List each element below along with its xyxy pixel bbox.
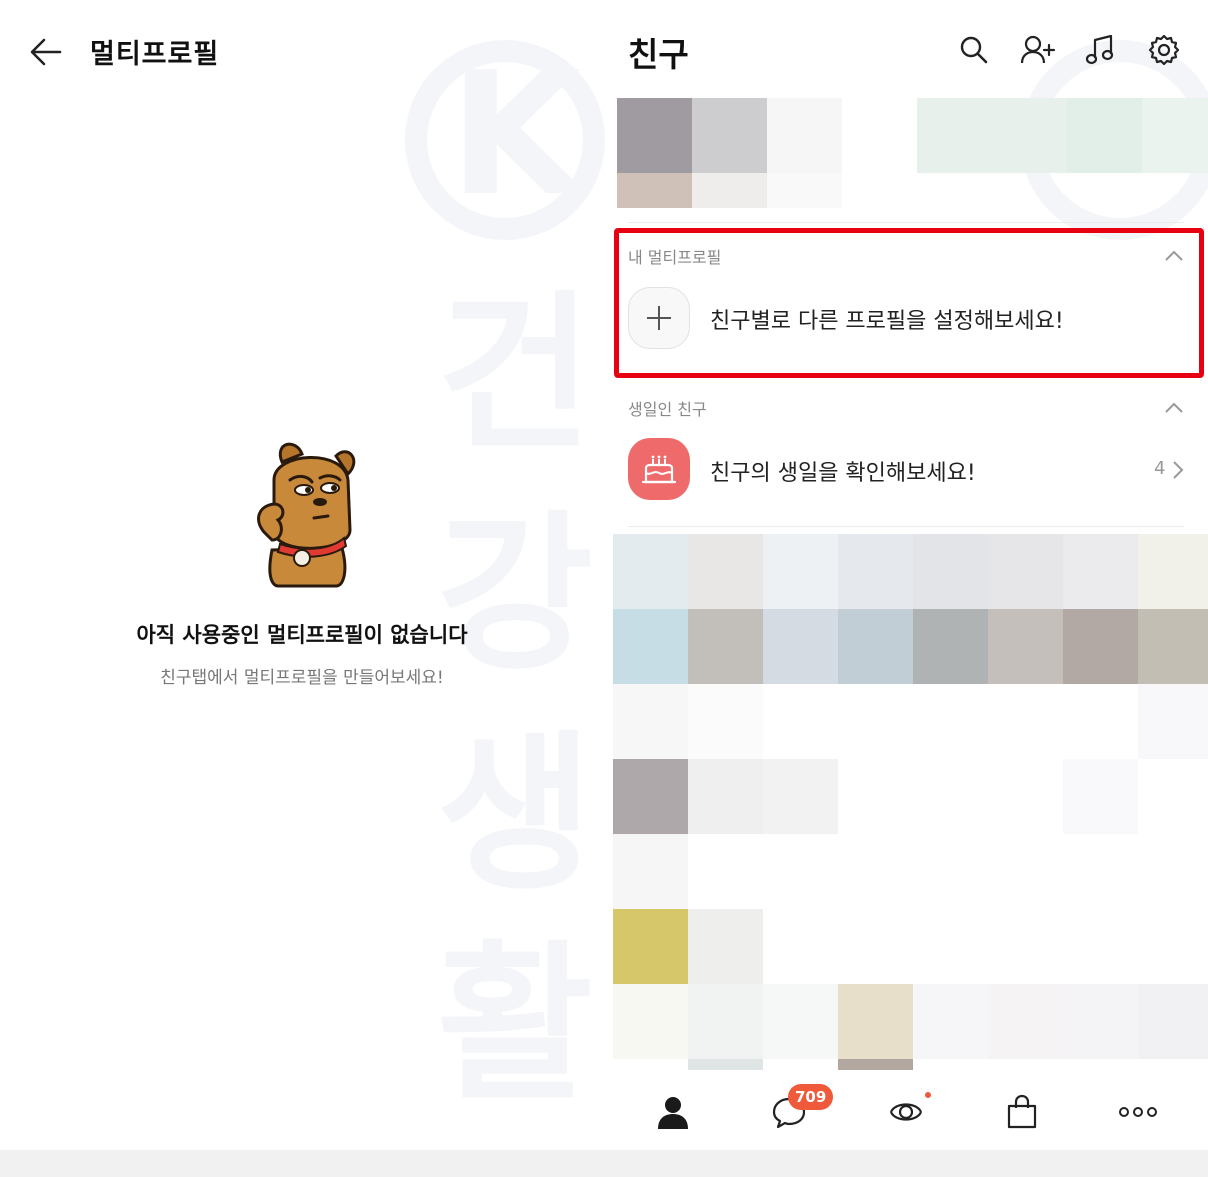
blurred-tile — [688, 609, 763, 684]
blurred-friend-list — [613, 534, 1208, 1070]
blurred-tile — [988, 534, 1063, 609]
blurred-tile — [763, 759, 838, 834]
nav-view[interactable] — [884, 1090, 928, 1134]
blurred-tile — [1138, 609, 1208, 684]
friends-screen: 친구 내 멀티프로필 친구별로 다른 프로필을 설정해보세요! 생일인 친구 친… — [604, 0, 1208, 1150]
blurred-tile — [613, 534, 688, 609]
blurred-profile-tile — [767, 173, 842, 208]
settings-icon — [1148, 34, 1180, 66]
blurred-tile — [613, 984, 688, 1059]
blurred-tile — [838, 534, 913, 609]
blurred-tile — [913, 984, 988, 1059]
birthday-count: 4 — [1154, 458, 1166, 479]
blurred-tile — [1138, 684, 1208, 759]
back-button[interactable] — [26, 32, 66, 72]
blurred-tile — [988, 984, 1063, 1059]
add-friend-button[interactable] — [1018, 30, 1058, 70]
search-icon — [960, 36, 988, 64]
blurred-tile — [1063, 534, 1138, 609]
blurred-profile-tile — [917, 98, 1067, 173]
empty-state-title: 아직 사용중인 멀티프로필이 없습니다 — [136, 623, 468, 647]
blurred-tile — [688, 1059, 763, 1070]
blurred-profile-tile — [767, 98, 842, 173]
blurred-tile — [1138, 534, 1208, 609]
blurred-profile-tile — [1142, 98, 1208, 173]
add-friend-icon — [1020, 35, 1056, 64]
blurred-tile — [763, 534, 838, 609]
blurred-tile — [1063, 984, 1138, 1059]
person-icon — [658, 1097, 688, 1129]
blurred-profile-tile — [617, 98, 692, 173]
new-indicator-dot — [925, 1092, 931, 1098]
blurred-tile — [913, 534, 988, 609]
blurred-tile — [688, 684, 763, 759]
nav-friends[interactable] — [651, 1090, 695, 1134]
bottom-strip — [0, 1150, 1208, 1177]
bottom-nav: 709 — [604, 1070, 1208, 1150]
section-label-birthday: 생일인 친구 — [628, 400, 707, 419]
blurred-profile-tile — [692, 98, 767, 173]
blurred-tile — [1063, 759, 1138, 834]
blurred-profile-tile — [692, 173, 767, 208]
blurred-tile — [613, 609, 688, 684]
blurred-tile — [838, 984, 913, 1059]
blurred-tile — [688, 909, 763, 984]
music-button[interactable] — [1080, 30, 1120, 70]
blurred-tile — [988, 609, 1063, 684]
highlight-box — [614, 228, 1204, 378]
birthday-text[interactable]: 친구의 생일을 확인해보세요! — [710, 455, 976, 487]
page-title: 친구 — [628, 35, 689, 74]
blurred-tile — [838, 609, 913, 684]
nav-more[interactable] — [1116, 1090, 1160, 1134]
blurred-tile — [838, 1059, 913, 1070]
blurred-tile — [763, 609, 838, 684]
chevron-up-icon[interactable] — [1164, 401, 1184, 415]
settings-button[interactable] — [1144, 30, 1184, 70]
more-dots-icon — [1119, 1107, 1157, 1117]
music-icon — [1085, 34, 1114, 65]
blurred-profile-tile — [617, 173, 692, 208]
eye-icon — [889, 1103, 923, 1121]
nav-shopping[interactable] — [1000, 1090, 1044, 1134]
blurred-tile — [1063, 609, 1138, 684]
cake-icon — [642, 455, 676, 484]
search-button[interactable] — [954, 30, 994, 70]
ryan-character-illustration — [257, 442, 356, 588]
blurred-tile — [613, 759, 688, 834]
back-arrow-icon — [30, 38, 62, 66]
divider — [628, 222, 1184, 223]
blurred-tile — [613, 834, 688, 909]
blurred-tile — [763, 984, 838, 1059]
blurred-tile — [688, 984, 763, 1059]
blurred-tile — [613, 909, 688, 984]
chat-unread-badge: 709 — [788, 1084, 834, 1110]
page-title: 멀티프로필 — [90, 39, 220, 70]
chevron-right-icon[interactable] — [1172, 460, 1184, 480]
blurred-tile — [688, 534, 763, 609]
multiprofile-screen: 멀티프로필 아직 사용중인 멀티프로필이 없습니다 친구탭에서 멀티프로필을 만… — [0, 0, 604, 1150]
blurred-tile — [1138, 984, 1208, 1059]
blurred-tile — [688, 759, 763, 834]
birthday-button[interactable] — [628, 438, 690, 500]
empty-state-subtitle: 친구탭에서 멀티프로필을 만들어보세요! — [160, 668, 444, 688]
blurred-tile — [913, 609, 988, 684]
divider — [628, 526, 1184, 527]
blurred-profile-tile — [1067, 98, 1142, 173]
blurred-tile — [613, 684, 688, 759]
shopping-bag-icon — [1007, 1094, 1037, 1129]
